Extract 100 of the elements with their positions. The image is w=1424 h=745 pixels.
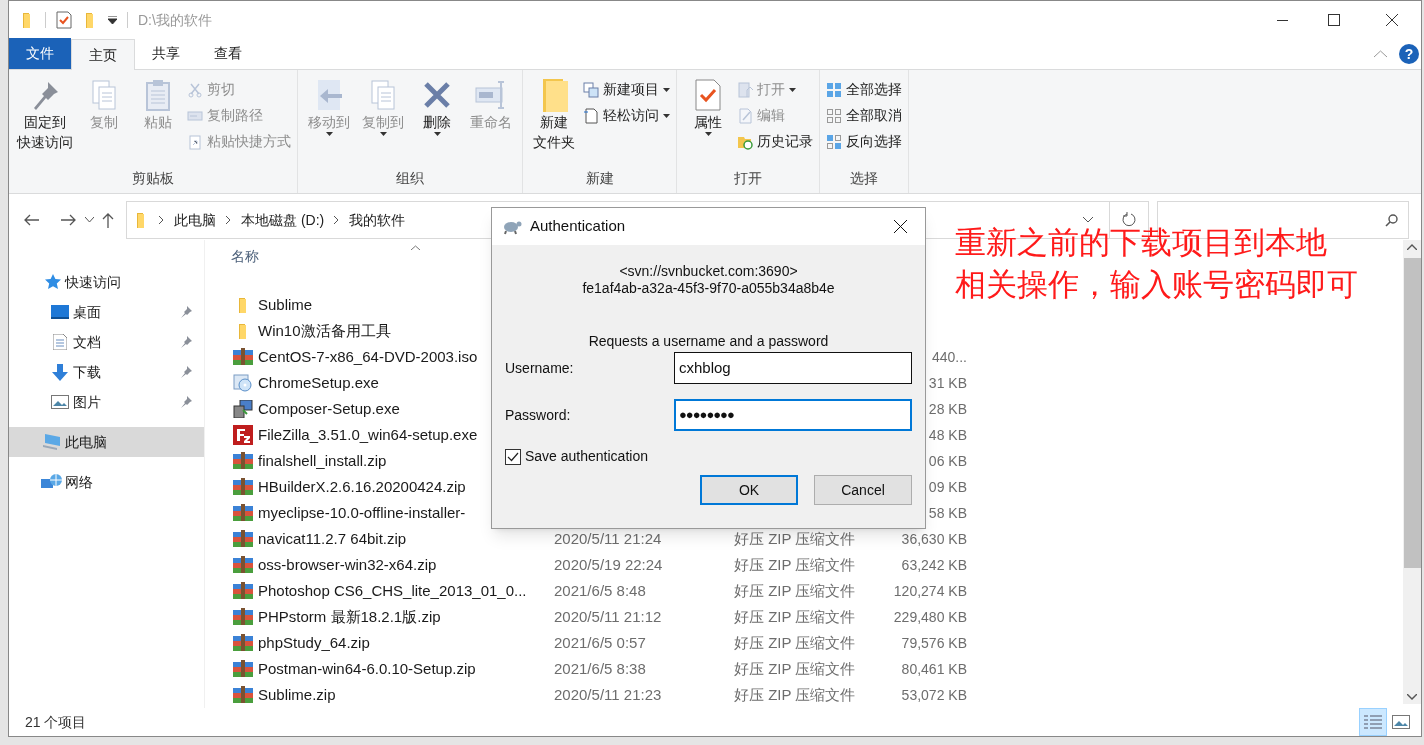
prompt-text: Requests a username and a password xyxy=(587,333,830,350)
ribbon-button[interactable]: 删除 xyxy=(412,78,462,136)
archive-icon xyxy=(233,478,253,496)
field-label: Password: xyxy=(505,405,572,425)
checkmark-icon xyxy=(507,451,519,462)
file-name[interactable]: Sublime.zip xyxy=(255,683,554,707)
file-name[interactable]: oss-browser-win32-x64.zip xyxy=(255,553,554,577)
maximize-icon xyxy=(1328,14,1340,26)
ribbon-button[interactable]: 轻松访问 xyxy=(583,104,670,127)
group-label: 组织 xyxy=(395,169,425,188)
breadcrumb[interactable]: 此电脑 xyxy=(174,209,216,231)
checklist-icon[interactable] xyxy=(56,11,72,29)
ribbon-tab[interactable]: 查看 xyxy=(197,38,259,69)
caret-icon xyxy=(433,132,441,136)
sort-icon xyxy=(411,245,420,250)
breadcrumb[interactable]: 我的软件 xyxy=(349,209,406,231)
help-button[interactable]: ? xyxy=(1399,44,1419,64)
dialog-button[interactable]: Cancel xyxy=(814,475,912,505)
ribbon-button[interactable]: 全部选择 xyxy=(826,78,902,101)
repository-url: <svn://svnbucket.com:3690> xyxy=(618,263,799,280)
up-icon[interactable] xyxy=(102,212,114,228)
nav-item[interactable]: 快速访问 xyxy=(9,267,204,297)
scroll-up-icon[interactable] xyxy=(1407,244,1417,250)
caret-icon xyxy=(789,87,796,92)
modified-date: 2020/5/11 21:24 xyxy=(554,528,663,549)
pictures-icon xyxy=(51,395,69,409)
nav-item[interactable]: 文档 xyxy=(9,327,204,357)
file-name[interactable]: PHPstorm 最新18.2.1版.zip xyxy=(255,605,554,629)
modified-date: 2020/5/19 22:24 xyxy=(554,554,664,575)
ribbon-button[interactable]: 反向选择 xyxy=(826,130,902,153)
pin-icon xyxy=(180,396,192,408)
collapse-icon[interactable] xyxy=(1374,50,1387,58)
scrollbar[interactable] xyxy=(1403,240,1421,704)
minimize-icon xyxy=(1276,19,1288,21)
open-icon xyxy=(737,81,753,98)
file-type: 好压 ZIP 压缩文件 xyxy=(734,606,857,627)
ribbon-button[interactable]: 属性 xyxy=(683,78,733,136)
dropdown-icon[interactable] xyxy=(108,16,117,24)
grid-icon xyxy=(826,133,842,150)
file-name[interactable]: phpStudy_64.zip xyxy=(255,631,554,655)
nav-item[interactable]: 桌面 xyxy=(9,297,204,327)
image-icon xyxy=(1392,715,1410,729)
file-name[interactable]: Photoshop CS6_CHS_lite_2013_01_0... xyxy=(255,579,554,603)
ribbon-button[interactable]: 新建项目 xyxy=(583,78,670,101)
file-size: 229,480 KB xyxy=(892,607,967,627)
item-count: 21 个项目 xyxy=(25,712,88,732)
nav-label: 此电脑 xyxy=(65,432,108,452)
ribbon-tab[interactable]: 共享 xyxy=(135,38,197,69)
file-name[interactable]: navicat11.2.7 64bit.zip xyxy=(255,527,554,551)
back-icon[interactable] xyxy=(23,214,39,226)
scissors-icon xyxy=(187,81,203,98)
modified-date: 2021/6/5 0:57 xyxy=(554,632,647,653)
username-field[interactable]: cxhblog xyxy=(674,352,912,384)
ribbon-button[interactable]: 全部取消 xyxy=(826,104,902,127)
download-icon xyxy=(52,363,68,381)
file-size: 36,630 KB xyxy=(900,529,967,549)
chevron-right-icon xyxy=(226,216,231,224)
network-icon xyxy=(41,473,63,491)
modified-date: 2020/5/11 21:12 xyxy=(554,606,663,627)
nav-item[interactable]: 下载 xyxy=(9,357,204,387)
column-header[interactable]: 名称 xyxy=(231,246,259,267)
password-field[interactable]: ●●●●●●●● xyxy=(674,399,912,431)
chevron-down-icon[interactable] xyxy=(1083,217,1093,223)
breadcrumb[interactable]: 本地磁盘 (D:) xyxy=(241,209,325,231)
nav-item[interactable]: 图片 xyxy=(9,387,204,417)
ribbon-tab[interactable]: 主页 xyxy=(71,39,135,70)
new-item-icon xyxy=(583,81,599,98)
nav-item[interactable]: 此电脑 xyxy=(9,427,204,457)
chevron-down-icon[interactable] xyxy=(85,217,94,223)
nav-item[interactable]: 网络 xyxy=(9,467,204,497)
ribbon-button[interactable]: 历史记录 xyxy=(737,130,813,153)
ribbon-tab[interactable]: 文件 xyxy=(9,38,71,69)
archive-icon xyxy=(233,608,253,626)
file-size: 48 KB xyxy=(927,425,967,445)
ribbon-button[interactable]: 固定到 快速访问 xyxy=(15,78,75,152)
file-size: 31 KB xyxy=(927,373,967,393)
modified-date: 2021/6/5 8:48 xyxy=(554,580,647,601)
scroll-down-icon[interactable] xyxy=(1407,694,1417,700)
file-type: 好压 ZIP 压缩文件 xyxy=(734,580,857,601)
save-checkbox[interactable]: Save authentication xyxy=(505,446,648,467)
computer-icon xyxy=(42,434,62,450)
pin-icon xyxy=(180,306,192,318)
forward-icon[interactable] xyxy=(61,214,77,226)
file-name[interactable]: Postman-win64-6.0.10-Setup.zip xyxy=(255,657,554,681)
search-icon xyxy=(1385,213,1398,227)
repository-uuid: fe1af4ab-a32a-45f3-9f70-a055b34a8b4e xyxy=(581,280,836,297)
caret-icon xyxy=(663,113,670,118)
dialog-button[interactable]: OK xyxy=(700,475,798,505)
file-size: 28 KB xyxy=(927,399,967,419)
monitor-icon xyxy=(51,305,69,319)
group-label: 新建 xyxy=(584,169,615,188)
archive-icon xyxy=(233,504,253,522)
pin-icon xyxy=(180,366,192,378)
archive-icon xyxy=(233,452,253,470)
archive-icon xyxy=(233,634,253,652)
list-icon xyxy=(1364,715,1382,729)
nav-label: 图片 xyxy=(73,392,102,412)
ribbon-button[interactable]: 新建 文件夹 xyxy=(529,78,579,152)
modified-date: 2021/6/5 8:38 xyxy=(554,658,647,679)
archive-icon xyxy=(233,660,253,678)
